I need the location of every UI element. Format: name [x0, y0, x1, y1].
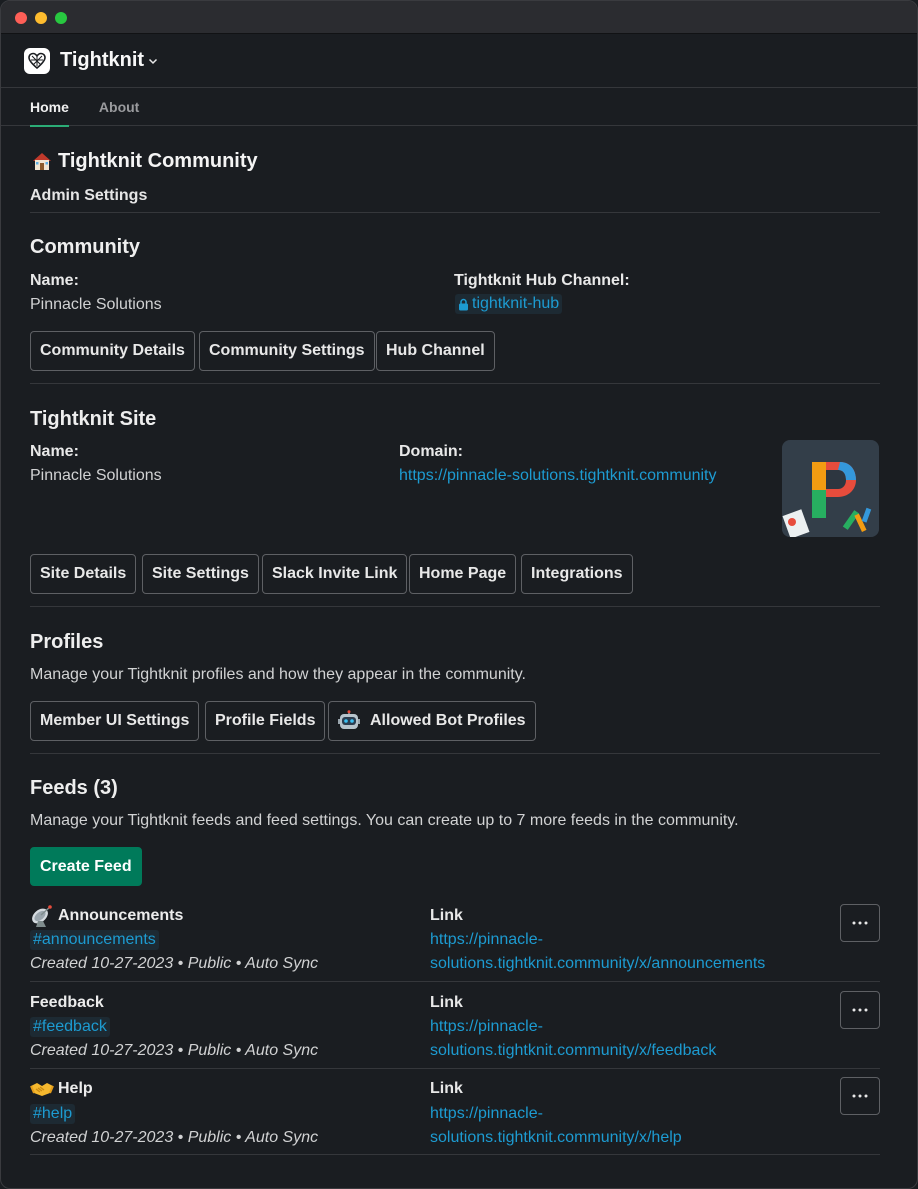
- feed-link-label: Link: [430, 994, 463, 1011]
- feed-more-button[interactable]: [840, 991, 880, 1029]
- house-icon: [30, 149, 54, 173]
- divider: [30, 1068, 880, 1069]
- app-header: Tightknit: [1, 34, 917, 88]
- feed-title: Announcements: [30, 904, 183, 928]
- hub-channel-link[interactable]: tightknit-hub: [455, 294, 563, 314]
- divider: [30, 212, 880, 213]
- profiles-description: Manage your Tightknit profiles and how t…: [30, 666, 526, 683]
- hub-channel-name: tightknit-hub: [472, 295, 560, 312]
- tab-about[interactable]: About: [99, 88, 139, 126]
- site-heading: Tightknit Site: [30, 408, 157, 430]
- feed-link-line1[interactable]: https://pinnacle-: [430, 1105, 543, 1123]
- site-name-value: Pinnacle Solutions: [30, 467, 162, 484]
- create-feed-button[interactable]: Create Feed: [30, 847, 142, 886]
- lock-icon: [458, 298, 469, 311]
- hub-channel-label: Tightknit Hub Channel:: [454, 272, 630, 289]
- community-details-button[interactable]: Community Details: [30, 331, 195, 371]
- feed-link-label: Link: [430, 907, 463, 924]
- site-name-label: Name:: [30, 443, 79, 460]
- feed-channel-link[interactable]: #announcements: [30, 930, 159, 950]
- divider: [30, 1154, 880, 1155]
- feeds-description: Manage your Tightknit feeds and feed set…: [30, 812, 739, 829]
- feed-meta: Created 10-27-2023 • Public • Auto Sync: [30, 1042, 319, 1059]
- robot-icon: [338, 710, 360, 732]
- site-domain-label: Domain:: [399, 443, 463, 460]
- allowed-bot-profiles-label: Allowed Bot Profiles: [370, 712, 526, 729]
- feed-meta: Created 10-27-2023 • Public • Auto Sync: [30, 955, 319, 972]
- site-domain-link[interactable]: https://pinnacle-solutions.tightknit.com…: [399, 467, 716, 485]
- home-page-button[interactable]: Home Page: [409, 554, 517, 594]
- satellite-dish-icon: [30, 904, 54, 928]
- handshake-icon: [30, 1077, 54, 1101]
- feed-link-line2[interactable]: solutions.tightknit.community/x/announce…: [430, 955, 765, 973]
- feed-link-line2[interactable]: solutions.tightknit.community/x/feedback: [430, 1042, 716, 1060]
- profile-fields-button[interactable]: Profile Fields: [205, 701, 326, 741]
- ellipsis-icon: [852, 1008, 868, 1012]
- feed-link-line1[interactable]: https://pinnacle-: [430, 1018, 543, 1036]
- feed-channel-link[interactable]: #feedback: [30, 1017, 110, 1037]
- community-name-value: Pinnacle Solutions: [30, 296, 162, 313]
- divider: [30, 606, 880, 607]
- integrations-button[interactable]: Integrations: [521, 554, 633, 594]
- title-bar: [1, 1, 917, 34]
- feed-channel-link[interactable]: #help: [30, 1104, 76, 1124]
- community-heading: Community: [30, 236, 140, 258]
- feed-more-button[interactable]: [840, 1077, 880, 1115]
- divider: [30, 981, 880, 982]
- feed-link-label: Link: [430, 1080, 463, 1097]
- allowed-bot-profiles-button[interactable]: Allowed Bot Profiles: [328, 701, 536, 741]
- page-title: Tightknit Community: [30, 149, 258, 173]
- hub-channel-button[interactable]: Hub Channel: [376, 331, 495, 371]
- site-logo-image: [782, 440, 879, 537]
- divider: [30, 753, 880, 754]
- minimize-window-button[interactable]: [35, 12, 47, 24]
- close-window-button[interactable]: [15, 12, 27, 24]
- feed-title-text: Feedback: [30, 994, 104, 1011]
- tab-bar: Home About: [1, 88, 917, 127]
- page-title-text: Tightknit Community: [58, 149, 258, 172]
- member-ui-settings-button[interactable]: Member UI Settings: [30, 701, 200, 741]
- chevron-down-icon[interactable]: [148, 56, 158, 66]
- page-subtitle: Admin Settings: [30, 187, 148, 204]
- site-details-button[interactable]: Site Details: [30, 554, 137, 594]
- profiles-heading: Profiles: [30, 631, 104, 653]
- zoom-window-button[interactable]: [55, 12, 67, 24]
- feed-title-text: Announcements: [58, 907, 184, 924]
- feeds-heading: Feeds (3): [30, 777, 118, 799]
- feed-more-button[interactable]: [840, 904, 880, 942]
- ellipsis-icon: [852, 1094, 868, 1098]
- ellipsis-icon: [852, 921, 868, 925]
- app-window: Tightknit Home About Tightknit Community…: [0, 0, 918, 1189]
- feed-title: Feedback: [30, 994, 104, 1012]
- tab-home[interactable]: Home: [30, 88, 69, 127]
- community-settings-button[interactable]: Community Settings: [199, 331, 375, 371]
- slack-invite-link-button[interactable]: Slack Invite Link: [262, 554, 408, 594]
- feed-title-text: Help: [58, 1080, 93, 1097]
- site-settings-button[interactable]: Site Settings: [142, 554, 259, 594]
- feed-meta: Created 10-27-2023 • Public • Auto Sync: [30, 1129, 319, 1146]
- feed-link-line2[interactable]: solutions.tightknit.community/x/help: [430, 1129, 682, 1147]
- workspace-name[interactable]: Tightknit: [60, 49, 144, 72]
- divider: [30, 383, 880, 384]
- feed-link-line1[interactable]: https://pinnacle-: [430, 931, 543, 949]
- feed-title: Help: [30, 1077, 93, 1101]
- tightknit-logo-icon: [24, 47, 50, 74]
- community-name-label: Name:: [30, 272, 79, 289]
